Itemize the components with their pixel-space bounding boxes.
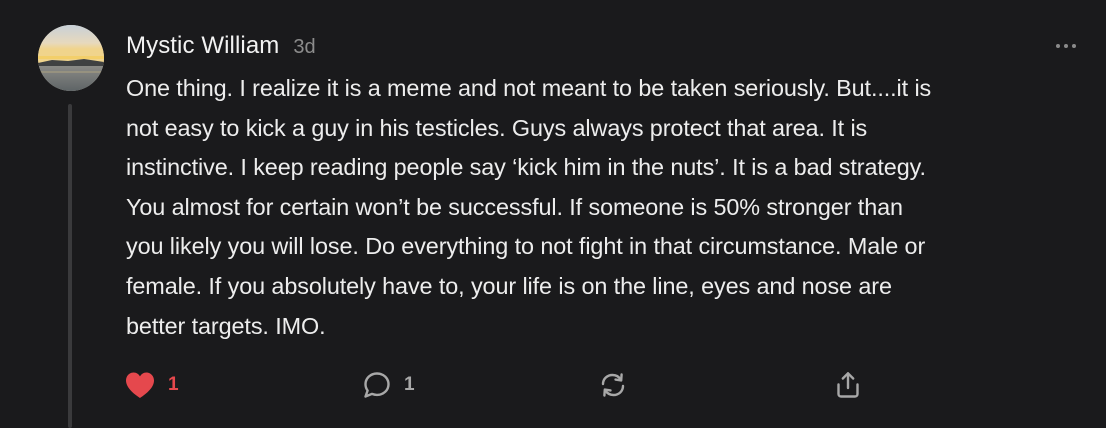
landscape-sunset-avatar	[38, 25, 104, 91]
heart-icon	[126, 372, 154, 398]
comment-body: One thing. I realize it is a meme and no…	[126, 69, 1081, 346]
like-count: 1	[168, 374, 179, 395]
reply-button[interactable]: 1	[362, 360, 415, 410]
comment-line: you likely you will lose. Do everything …	[126, 233, 926, 260]
more-options-button[interactable]	[1036, 33, 1076, 59]
timestamp[interactable]: 3d	[293, 36, 315, 59]
comment-line: better targets. IMO.	[126, 312, 326, 339]
comment-line: You almost for certain won’t be successf…	[126, 193, 903, 220]
like-button[interactable]: 1	[124, 360, 179, 410]
avatar[interactable]	[38, 25, 104, 91]
more-options-icon	[1056, 44, 1060, 48]
speech-bubble-icon	[364, 372, 390, 398]
comment-line: not easy to kick a guy in his testicles.…	[126, 114, 868, 141]
comment-line: One thing. I realize it is a meme and no…	[126, 75, 932, 101]
comment-header: Mystic William 3d	[126, 29, 1076, 63]
share-icon	[837, 372, 859, 398]
comment-actions: 1 1	[0, 360, 1106, 410]
comment-line: female. If you absolutely have to, your …	[126, 272, 892, 299]
author-name[interactable]: Mystic William	[126, 32, 279, 60]
comment-line: instinctive. I keep reading people say ‘…	[126, 154, 926, 181]
share-button[interactable]	[833, 360, 863, 410]
restack-button[interactable]	[598, 360, 628, 410]
restack-icon	[601, 373, 625, 397]
reply-count: 1	[404, 374, 415, 395]
